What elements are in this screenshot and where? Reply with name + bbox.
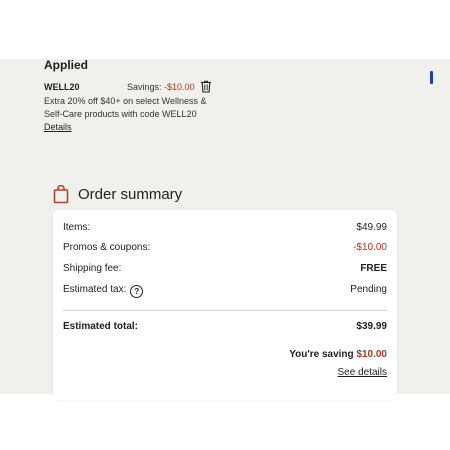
coupon-code: WELL20: [44, 82, 80, 92]
tax-label: Estimated tax:: [63, 284, 127, 295]
order-summary-card: Items: $49.99 Promos & coupons: -$10.00 …: [53, 210, 397, 400]
applied-heading: Applied: [44, 58, 88, 72]
summary-row-items: Items: $49.99: [63, 222, 387, 236]
summary-row-tax: Estimated tax:? Pending: [63, 284, 387, 298]
saving-amount: $10.00: [356, 349, 387, 360]
shipping-label: Shipping fee:: [63, 263, 122, 274]
see-details-link[interactable]: See details: [338, 367, 387, 378]
promos-value: -$10.00: [353, 242, 387, 253]
trash-icon[interactable]: [200, 80, 212, 93]
order-summary-title: Order summary: [78, 186, 183, 203]
tax-value: Pending: [350, 284, 387, 295]
promos-label: Promos & coupons:: [63, 242, 151, 253]
coupon-description-text: Extra 20% off $40+ on select Wellness & …: [44, 96, 207, 119]
help-icon[interactable]: ?: [130, 285, 144, 298]
total-label: Estimated total:: [63, 321, 139, 332]
items-value: $49.99: [356, 222, 387, 233]
saving-prefix: You're saving: [289, 349, 354, 360]
summary-row-promos: Promos & coupons: -$10.00: [63, 242, 387, 256]
top-area: [0, 0, 450, 59]
bottom-area: [0, 394, 450, 450]
total-value: $39.99: [356, 321, 387, 332]
shipping-value: FREE: [360, 263, 387, 274]
summary-row-total: Estimated total: $39.99: [63, 321, 387, 335]
coupon-description: Extra 20% off $40+ on select Wellness & …: [44, 95, 222, 134]
summary-divider: [63, 310, 387, 311]
saving-message: You're saving $10.00: [289, 349, 387, 360]
coupon-details-link[interactable]: Details: [44, 122, 72, 132]
items-label: Items:: [63, 222, 91, 233]
scroll-indicator: [430, 71, 433, 84]
savings-label: Savings:: [127, 82, 162, 92]
tax-label-group: Estimated tax:?: [63, 284, 144, 298]
savings-amount: -$10.00: [164, 82, 195, 92]
summary-row-shipping: Shipping fee: FREE: [63, 263, 387, 277]
coupon-savings: Savings: -$10.00: [127, 82, 195, 92]
shopping-bag-icon: [53, 185, 69, 204]
